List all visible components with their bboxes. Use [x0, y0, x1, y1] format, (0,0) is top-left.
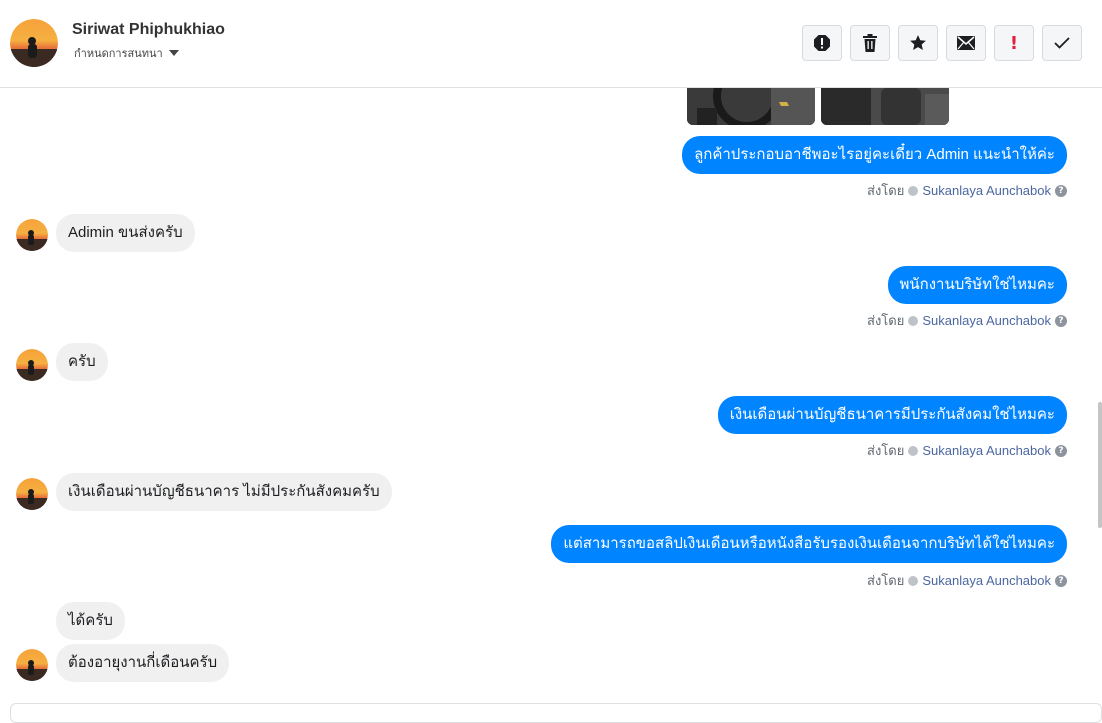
- sent-by-label: ส่งโดย Sukanlaya Aunchabok ?: [867, 310, 1067, 331]
- trash-icon: [863, 34, 877, 52]
- star-button[interactable]: [898, 25, 938, 61]
- conversation-toolbar: !: [802, 25, 1082, 61]
- help-icon[interactable]: ?: [1055, 444, 1067, 457]
- contact-name[interactable]: Siriwat Phiphukhiao: [72, 21, 225, 39]
- check-circle-icon: [908, 315, 919, 326]
- report-spam-button[interactable]: [802, 25, 842, 61]
- contact-avatar[interactable]: [10, 19, 58, 67]
- contact-avatar[interactable]: [16, 649, 48, 681]
- check-circle-icon: [908, 185, 919, 196]
- sent-by-text: ส่งโดย: [867, 573, 905, 588]
- mark-done-button[interactable]: [1042, 25, 1082, 61]
- star-icon: [910, 35, 926, 50]
- incoming-message[interactable]: ครับ: [56, 343, 108, 381]
- sent-by-label: ส่งโดย Sukanlaya Aunchabok ?: [867, 570, 1067, 591]
- contact-avatar[interactable]: [16, 219, 48, 251]
- attachment-photo[interactable]: [821, 88, 949, 125]
- outgoing-message[interactable]: เงินเดือนผ่านบัญชีธนาคารมีประกันสังคมใช่…: [717, 396, 1067, 434]
- help-icon[interactable]: ?: [1055, 574, 1067, 587]
- check-circle-icon: [908, 445, 919, 456]
- agent-name[interactable]: Sukanlaya Aunchabok: [922, 183, 1051, 198]
- delete-button[interactable]: [850, 25, 890, 61]
- alert-icon: [814, 35, 830, 51]
- incoming-message[interactable]: ต้องอายุงานกี่เดือนครับ: [56, 644, 230, 682]
- attachment-photo[interactable]: [687, 88, 815, 125]
- help-icon[interactable]: ?: [1055, 314, 1067, 327]
- sent-by-text: ส่งโดย: [867, 183, 905, 198]
- sent-by-label: ส่งโดย Sukanlaya Aunchabok ?: [867, 180, 1067, 201]
- incoming-message[interactable]: เงินเดือนผ่านบัญชีธนาคาร ไม่มีประกันสังค…: [56, 473, 392, 511]
- sent-by-text: ส่งโดย: [867, 313, 905, 328]
- exclamation-icon: !: [1009, 32, 1019, 54]
- mark-unread-button[interactable]: [946, 25, 986, 61]
- chevron-down-icon: [168, 50, 179, 56]
- check-icon: [1054, 37, 1070, 49]
- photo-attachments: [687, 88, 949, 125]
- thread-scrollbar[interactable]: [1098, 402, 1102, 528]
- agent-name[interactable]: Sukanlaya Aunchabok: [922, 443, 1051, 458]
- help-icon[interactable]: ?: [1055, 184, 1067, 197]
- conversation-header: Siriwat Phiphukhiao กำหนดการสนทนา !: [0, 0, 1102, 88]
- conversation-settings-dropdown[interactable]: กำหนดการสนทนา: [74, 44, 179, 62]
- conversation-settings-label: กำหนดการสนทนา: [74, 48, 163, 60]
- incoming-message[interactable]: Adimin ขนส่งครับ: [56, 214, 195, 252]
- outgoing-message[interactable]: แต่สามารถขอสลิปเงินเดือนหรือหนังสือรับรอ…: [551, 525, 1067, 563]
- agent-name[interactable]: Sukanlaya Aunchabok: [922, 313, 1051, 328]
- reply-composer[interactable]: [10, 703, 1102, 723]
- outgoing-message[interactable]: ลูกค้าประกอบอาชีพอะไรอยู่คะเดี๋ยว Admin …: [682, 136, 1067, 174]
- check-circle-icon: [908, 575, 919, 586]
- contact-avatar[interactable]: [16, 478, 48, 510]
- incoming-message[interactable]: ได้ครับ: [56, 602, 125, 640]
- sent-by-text: ส่งโดย: [867, 443, 905, 458]
- agent-name[interactable]: Sukanlaya Aunchabok: [922, 573, 1051, 588]
- outgoing-message[interactable]: พนักงานบริษัทใช่ไหมคะ: [887, 266, 1067, 304]
- mark-important-button[interactable]: !: [994, 25, 1034, 61]
- message-thread[interactable]: ลูกค้าประกอบอาชีพอะไรอยู่คะเดี๋ยว Admin …: [0, 88, 1102, 703]
- contact-avatar[interactable]: [16, 349, 48, 381]
- sent-by-label: ส่งโดย Sukanlaya Aunchabok ?: [867, 440, 1067, 461]
- mail-icon: [957, 36, 975, 50]
